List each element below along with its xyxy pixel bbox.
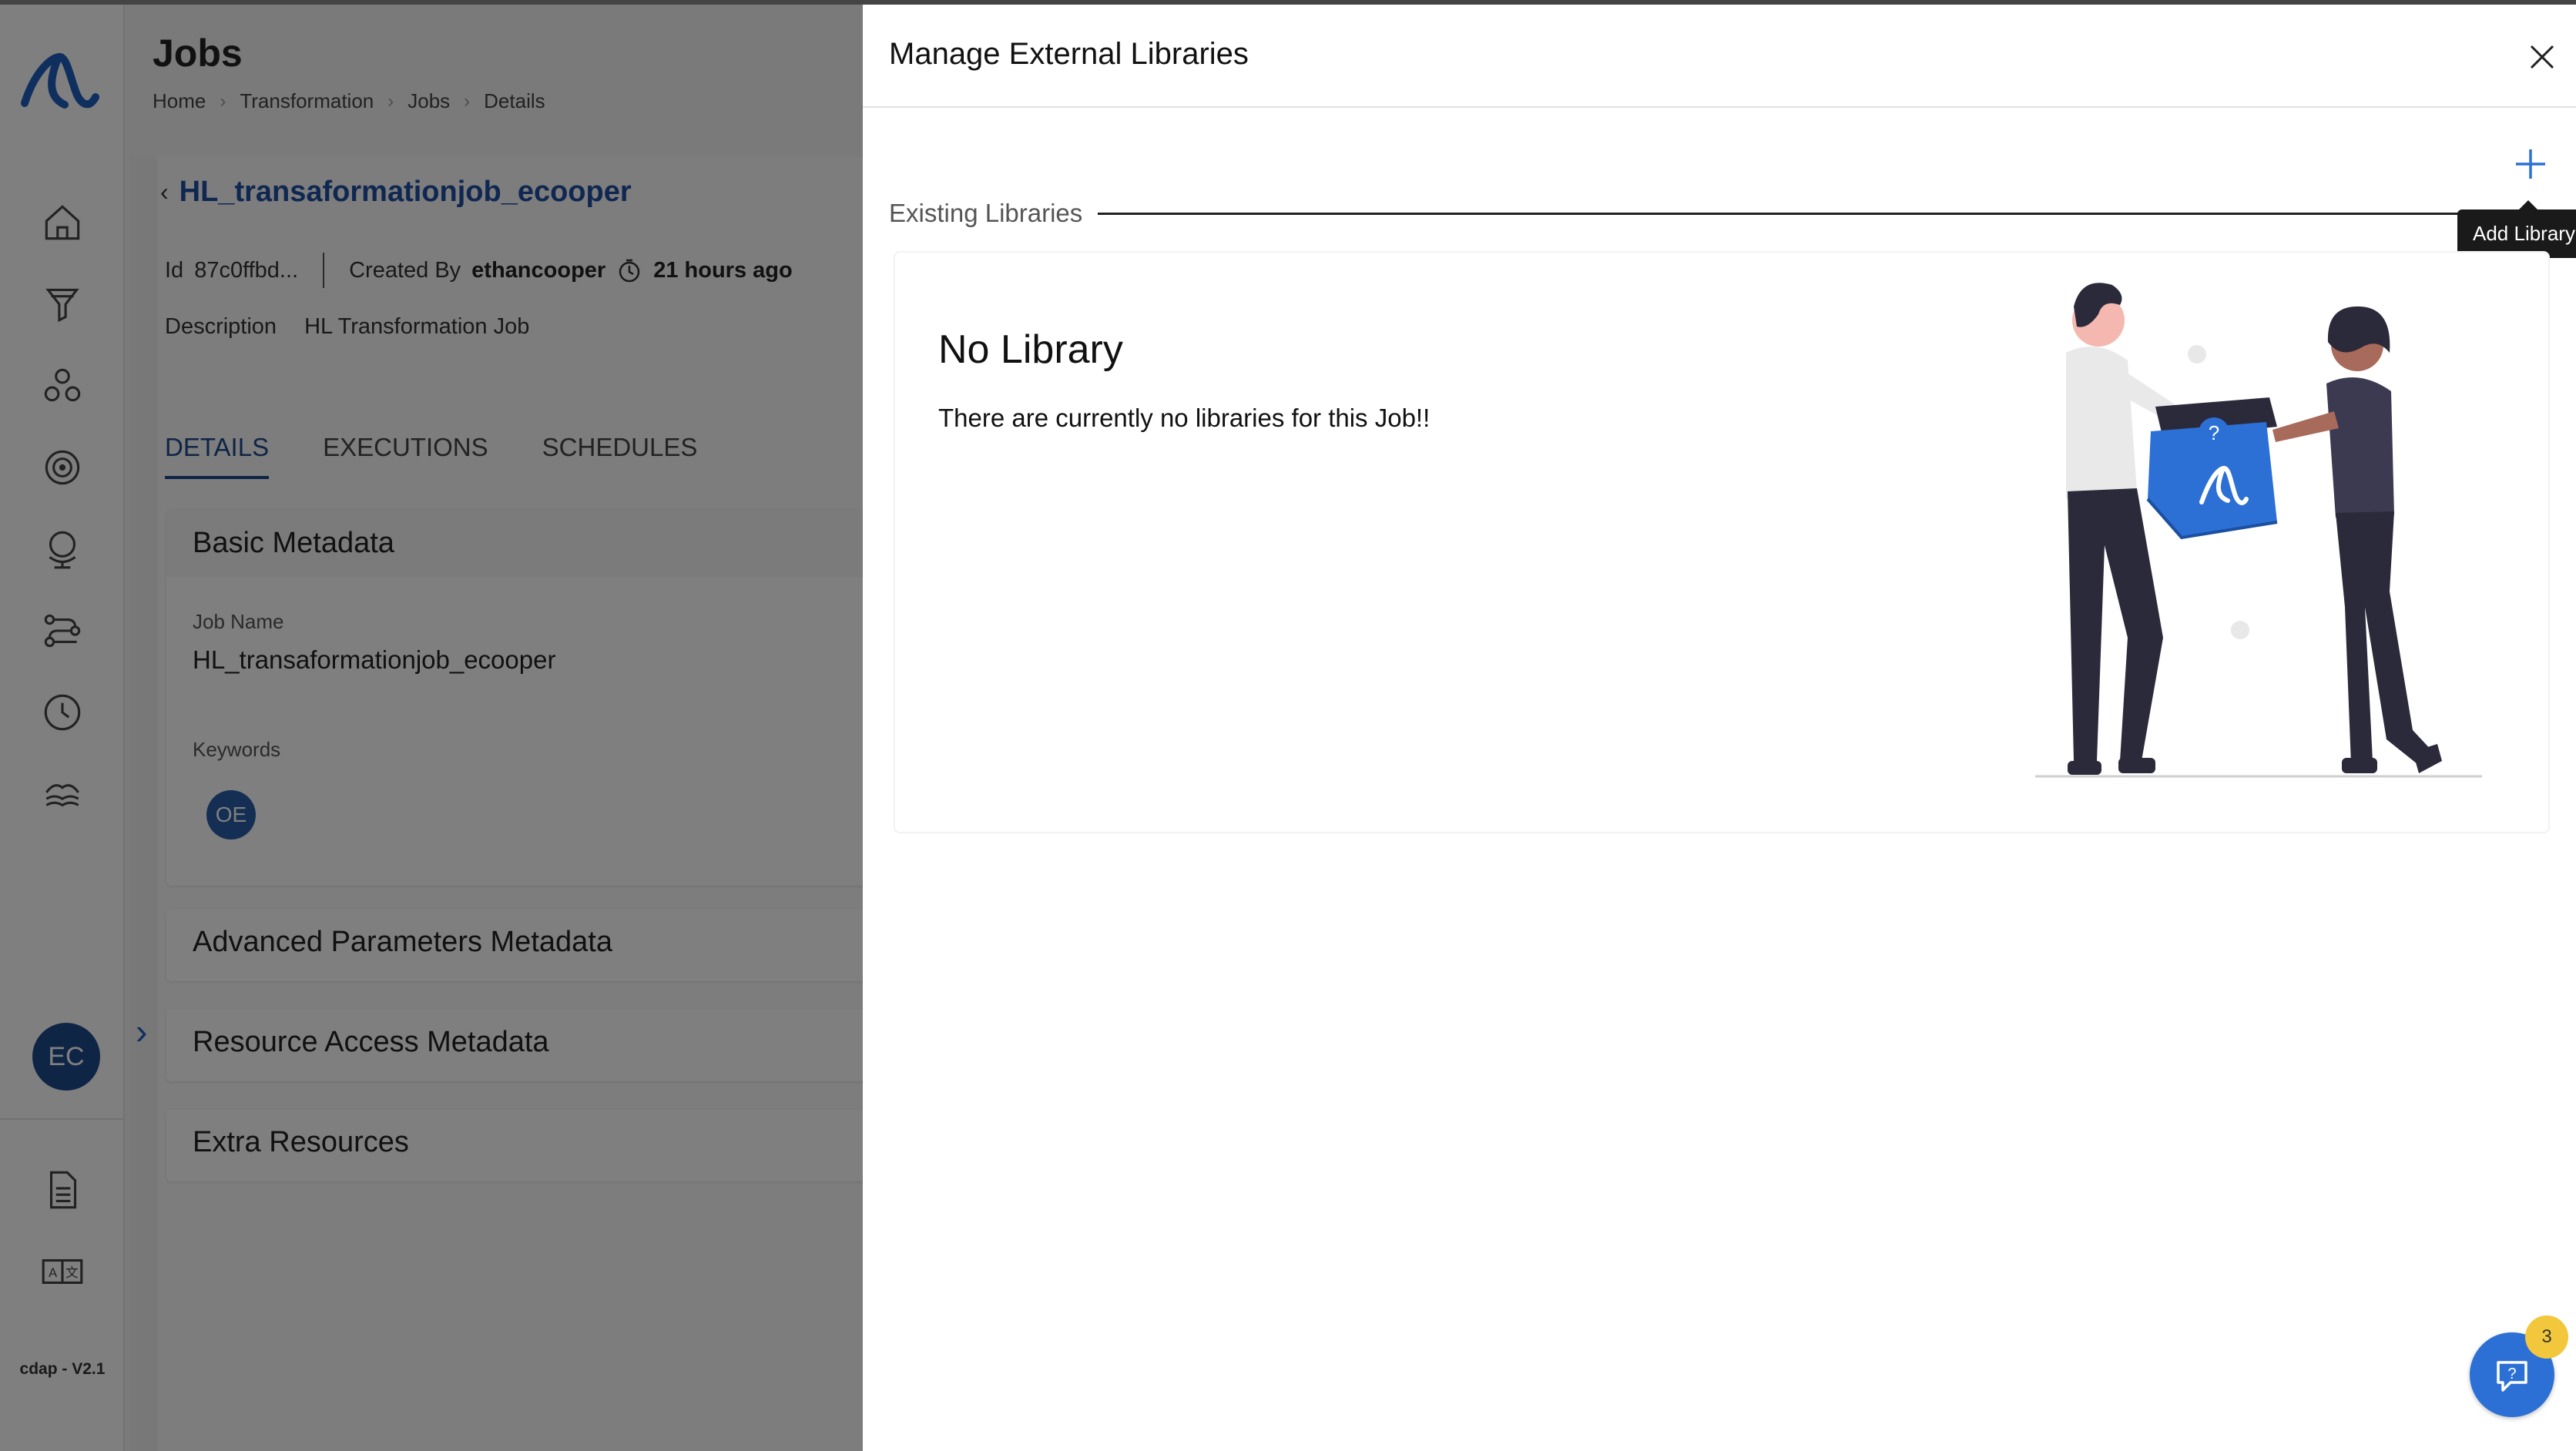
add-library-button[interactable] (2511, 145, 2550, 183)
chat-help-icon: ? (2497, 1361, 2527, 1392)
manage-libraries-drawer: Manage External Libraries Existing Libra… (863, 5, 2576, 1451)
notification-badge: 3 (2525, 1315, 2568, 1359)
svg-text:?: ? (2209, 421, 2219, 444)
drawer-title: Manage External Libraries (889, 37, 1249, 71)
empty-state: No Library There are currently no librar… (894, 251, 2550, 833)
svg-text:?: ? (2507, 1366, 2516, 1382)
section-divider (1098, 212, 2568, 215)
people-handing-box-illustration: ? (2035, 283, 2482, 778)
existing-libraries-label: Existing Libraries (889, 199, 1083, 227)
empty-state-title: No Library (938, 327, 1123, 372)
top-border (0, 0, 2576, 5)
empty-state-text: There are currently no libraries for thi… (938, 404, 1431, 432)
drawer-header: Manage External Libraries (863, 5, 2576, 108)
existing-libraries-header: Existing Libraries (889, 199, 2568, 228)
modal-backdrop[interactable] (0, 0, 863, 1451)
close-icon[interactable] (2524, 39, 2561, 75)
